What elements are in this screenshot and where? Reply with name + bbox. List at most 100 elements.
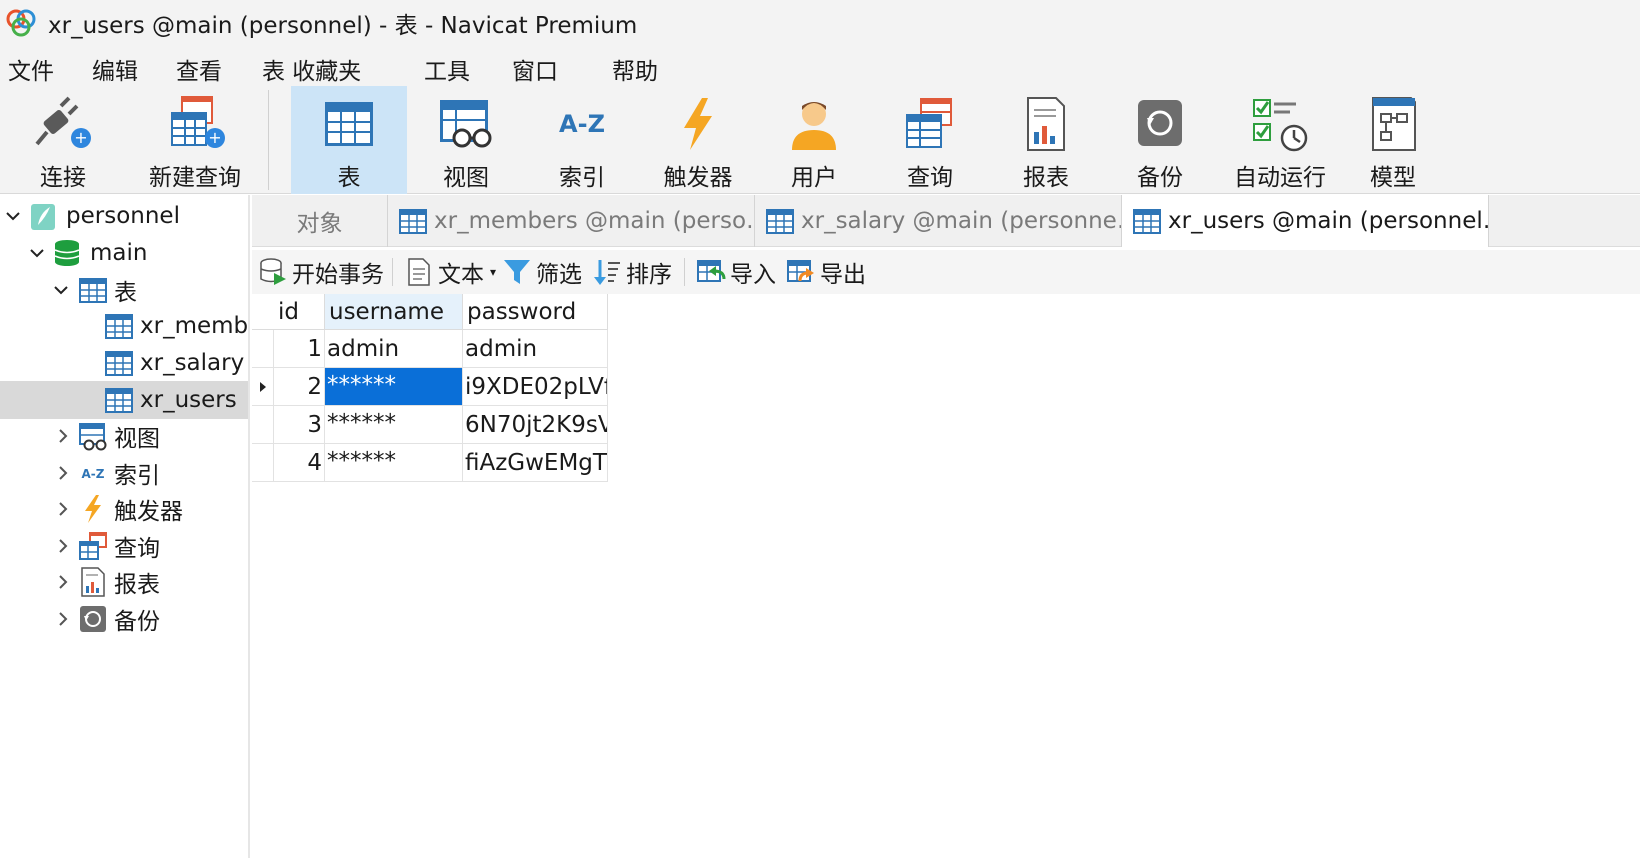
table-cell-username-selected[interactable]: ******	[325, 368, 463, 406]
menu-help[interactable]: 帮助	[608, 50, 662, 88]
chevron-right-icon[interactable]	[54, 500, 72, 518]
tree-table-xr-users[interactable]: xr_users	[0, 381, 248, 419]
query-label: 查询	[907, 165, 953, 191]
table-cell-id[interactable]: 3	[274, 406, 325, 444]
query-button[interactable]: 查询	[874, 86, 986, 194]
current-row-arrow-icon[interactable]	[252, 368, 274, 406]
tab-xr-members[interactable]: xr_members @main (perso…	[388, 195, 755, 247]
begin-transaction-button[interactable]: 开始事务	[258, 254, 384, 290]
az-index-icon: A-Z	[550, 92, 614, 156]
chevron-down-icon[interactable]	[4, 207, 22, 225]
report-button[interactable]: 报表	[990, 86, 1102, 194]
table-cell-username[interactable]: admin	[325, 330, 463, 368]
chevron-right-icon[interactable]	[54, 610, 72, 628]
table-cell-id[interactable]: 2	[274, 368, 325, 406]
dropdown-arrow-icon[interactable]: ▾	[490, 265, 496, 279]
new-query-button[interactable]: + 新建查询	[130, 86, 260, 194]
row-indicator[interactable]	[252, 406, 274, 444]
backup-icon	[78, 604, 108, 634]
svg-text:A-Z: A-Z	[82, 467, 105, 481]
backup-button[interactable]: 备份	[1104, 86, 1216, 194]
table-icon	[766, 209, 794, 234]
chevron-right-icon[interactable]	[54, 573, 72, 591]
az-index-icon: A-Z	[78, 458, 108, 488]
export-button[interactable]: 导出	[786, 254, 866, 290]
row-indicator[interactable]	[252, 330, 274, 368]
index-button[interactable]: A-Z 索引	[526, 86, 638, 194]
text-button[interactable]: 文本 ▾	[404, 254, 496, 290]
menu-view[interactable]: 查看	[172, 50, 226, 88]
table-button[interactable]: 表	[291, 86, 407, 194]
text-label: 文本	[438, 262, 484, 288]
table-cell-password[interactable]: admin	[463, 330, 608, 368]
tab-objects[interactable]: 对象	[252, 195, 388, 247]
new-query-icon: +	[163, 92, 227, 156]
table-cell-password[interactable]: i9XDE02pLVf	[463, 368, 608, 406]
tree-group-triggers[interactable]: 触发器	[0, 490, 248, 528]
menu-file[interactable]: 文件	[4, 50, 58, 88]
user-button[interactable]: 用户	[758, 86, 870, 194]
tree-table-xr-members[interactable]: xr_memb	[0, 307, 248, 345]
table-icon	[1133, 209, 1161, 234]
menu-tools[interactable]: 工具	[420, 50, 474, 88]
menu-table-favorites[interactable]: 表 收藏夹	[258, 50, 365, 88]
connect-button[interactable]: + 连接	[0, 86, 126, 194]
tree-group-reports[interactable]: 报表	[0, 563, 248, 601]
model-button[interactable]: 模型	[1340, 86, 1446, 194]
query-icon	[78, 531, 108, 561]
export-label: 导出	[820, 262, 866, 288]
tree-group-tables[interactable]: 表	[0, 271, 248, 309]
chevron-right-icon[interactable]	[54, 427, 72, 445]
table-cell-username[interactable]: ******	[325, 406, 463, 444]
view-label: 视图	[443, 165, 489, 191]
chevron-down-icon[interactable]	[28, 244, 46, 262]
query-icon	[898, 92, 962, 156]
tab-xr-salary[interactable]: xr_salary @main (personne…	[755, 195, 1122, 247]
tab-bar: 对象 xr_members @main (perso… xr_salary @m…	[252, 195, 1640, 247]
svg-text:A-Z: A-Z	[559, 110, 605, 138]
column-header-password[interactable]: password	[463, 294, 608, 330]
report-icon	[1014, 92, 1078, 156]
table-cell-id[interactable]: 4	[274, 444, 325, 482]
table-cell-password[interactable]: 6N70jt2K9sV	[463, 406, 608, 444]
column-header-id[interactable]: id	[274, 294, 325, 330]
main-toolbar: + 连接 + 新建查询 表 视图 A-Z 索引 触发器 用户 查询 报表 备份 …	[0, 86, 1640, 194]
view-button[interactable]: 视图	[410, 86, 522, 194]
tree-connection-personnel[interactable]: personnel	[0, 197, 248, 235]
backup-label: 备份	[1137, 165, 1183, 191]
chevron-right-icon[interactable]	[54, 464, 72, 482]
import-icon	[697, 260, 726, 282]
sort-icon	[594, 260, 620, 285]
tab-xr-users[interactable]: xr_users @main (personnel…	[1122, 195, 1489, 247]
menu-edit[interactable]: 编辑	[88, 50, 142, 88]
tree-reports-label: 报表	[114, 572, 160, 598]
row-indicator[interactable]	[252, 444, 274, 482]
chevron-down-icon[interactable]	[52, 281, 70, 299]
tree-group-views[interactable]: 视图	[0, 417, 248, 455]
tree-group-backups[interactable]: 备份	[0, 600, 248, 638]
menu-window[interactable]: 窗口	[508, 50, 562, 88]
table-cell-password[interactable]: fiAzGwEMgTY	[463, 444, 608, 482]
table-cell-id[interactable]: 1	[274, 330, 325, 368]
tree-database-main[interactable]: main	[0, 234, 248, 272]
tab-label: xr_members @main (perso…	[434, 208, 755, 234]
grid-corner	[252, 294, 274, 330]
chevron-right-icon[interactable]	[54, 537, 72, 555]
import-button[interactable]: 导入	[696, 254, 776, 290]
sort-button[interactable]: 排序	[592, 254, 672, 290]
table-cell-username[interactable]: ******	[325, 444, 463, 482]
model-icon	[1361, 92, 1425, 156]
tree-table-xr-salary[interactable]: xr_salary	[0, 344, 248, 382]
automation-label: 自动运行	[1234, 165, 1326, 191]
index-label: 索引	[559, 165, 605, 191]
filter-button[interactable]: 筛选	[502, 254, 582, 290]
column-header-username[interactable]: username	[325, 294, 463, 330]
automation-button[interactable]: 自动运行	[1220, 86, 1340, 194]
tree-group-queries[interactable]: 查询	[0, 527, 248, 565]
tab-label: xr_salary @main (personne…	[801, 208, 1122, 234]
trigger-button[interactable]: 触发器	[640, 86, 756, 194]
import-label: 导入	[730, 262, 776, 288]
tree-group-indexes[interactable]: A-Z 索引	[0, 454, 248, 492]
tree-database-label: main	[90, 240, 148, 266]
tree-table-label: xr_users	[140, 387, 237, 413]
